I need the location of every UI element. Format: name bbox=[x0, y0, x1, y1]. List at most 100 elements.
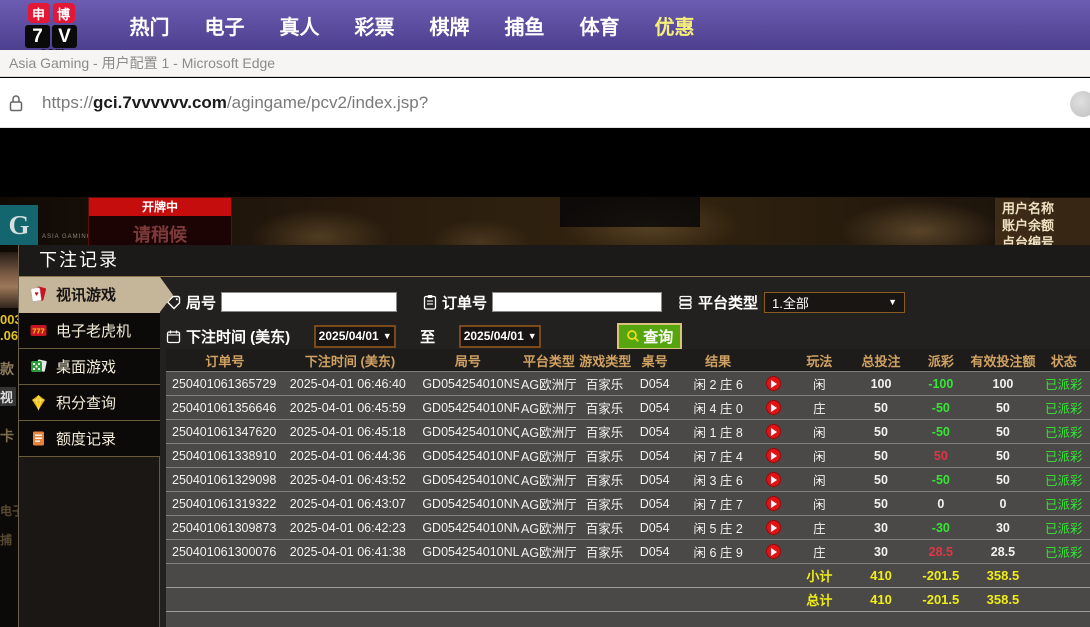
nav-item-7[interactable]: 优惠 bbox=[637, 11, 712, 40]
cell-game: 百家乐 bbox=[578, 372, 630, 396]
date-from-picker[interactable]: 2025/04/01 ▼ bbox=[314, 325, 396, 348]
sidebar-item-live-games[interactable]: ♥ 视讯游戏 bbox=[19, 277, 160, 313]
nav-menu: 热门电子真人彩票棋牌捕鱼体育优惠 bbox=[112, 11, 712, 40]
lock-icon[interactable] bbox=[9, 94, 23, 112]
window-titlebar: Asia Gaming - 用户配置 1 - Microsoft Edge bbox=[0, 50, 1090, 77]
search-button-label: 查询 bbox=[643, 326, 673, 347]
site-logo[interactable]: 申 博 7 V .com bbox=[18, 3, 84, 57]
logo-badge-1: 申 bbox=[28, 3, 50, 23]
replay-button[interactable] bbox=[766, 376, 781, 391]
platform-type-value: 1.全部 bbox=[772, 293, 809, 312]
nav-item-3[interactable]: 彩票 bbox=[337, 11, 412, 40]
nav-item-1[interactable]: 电子 bbox=[187, 11, 262, 40]
replay-button[interactable] bbox=[766, 544, 781, 559]
sidebar-item-credit-records[interactable]: 额度记录 bbox=[19, 421, 160, 457]
nav-item-0[interactable]: 热门 bbox=[112, 11, 187, 40]
cell-valid: 28.5 bbox=[968, 540, 1037, 564]
black-band bbox=[0, 128, 1090, 197]
search-button[interactable]: 查询 bbox=[617, 323, 682, 350]
cell-play: 闲 bbox=[790, 492, 849, 516]
user-info-line: 用户名称 bbox=[1002, 200, 1090, 217]
browser-profile-icon[interactable] bbox=[1070, 91, 1090, 117]
sidebar-item-label: 桌面游戏 bbox=[56, 356, 116, 377]
cell-play: 闲 bbox=[790, 420, 849, 444]
user-info-line: 账户余额 bbox=[1002, 217, 1090, 234]
sidebar-item-points[interactable]: 积分查询 bbox=[19, 385, 160, 421]
replay-button[interactable] bbox=[766, 400, 781, 415]
cell-game: 百家乐 bbox=[578, 420, 630, 444]
magnifier-icon bbox=[626, 329, 640, 343]
table-row: 2504010613098732025-04-01 06:42:23GD0542… bbox=[166, 516, 1090, 540]
cell-status: 已派彩 bbox=[1037, 516, 1090, 540]
asia-gaming-logo-text: ASIA GAMING bbox=[42, 234, 92, 240]
nav-item-6[interactable]: 体育 bbox=[562, 11, 637, 40]
subtotal-label: 小计 bbox=[790, 564, 849, 588]
platform-type-select[interactable]: 1.全部 ▼ bbox=[764, 292, 905, 313]
slot-icon: 777 bbox=[28, 321, 48, 340]
nav-item-2[interactable]: 真人 bbox=[262, 11, 337, 40]
left-clipped-strip: 003.06款视卡电子捕 bbox=[0, 252, 18, 627]
cell-order: 250401061365729 bbox=[166, 372, 284, 396]
cell-order: 250401061319322 bbox=[166, 492, 284, 516]
total-status bbox=[1037, 588, 1090, 612]
cell-order: 250401061356646 bbox=[166, 396, 284, 420]
nav-item-4[interactable]: 棋牌 bbox=[412, 11, 487, 40]
replay-button[interactable] bbox=[766, 424, 781, 439]
records-table-area: 订单号下注时间 (美东)局号平台类型游戏类型桌号结果玩法总投注派彩有效投注额状态… bbox=[166, 349, 1090, 627]
cell-result: 闲 1 庄 8 bbox=[679, 420, 758, 444]
cards-icon: ♥ bbox=[28, 285, 48, 304]
sidebar-item-slots[interactable]: 777 电子老虎机 bbox=[19, 313, 160, 349]
replay-button[interactable] bbox=[766, 520, 781, 535]
date-to-picker[interactable]: 2025/04/01 ▼ bbox=[459, 325, 541, 348]
order-id-input[interactable] bbox=[492, 292, 662, 312]
column-header: 状态 bbox=[1037, 349, 1090, 372]
chevron-down-icon: ▼ bbox=[383, 331, 392, 341]
nav-item-5[interactable]: 捕鱼 bbox=[487, 11, 562, 40]
cell-status: 已派彩 bbox=[1037, 468, 1090, 492]
sidebar-item-table-games[interactable]: 桌面游戏 bbox=[19, 349, 160, 385]
logo-badge-2: 博 bbox=[53, 3, 75, 23]
cell-time: 2025-04-01 06:43:07 bbox=[284, 492, 417, 516]
cell-time: 2025-04-01 06:46:40 bbox=[284, 372, 417, 396]
cell-play: 庄 bbox=[790, 516, 849, 540]
cell-status: 已派彩 bbox=[1037, 444, 1090, 468]
order-id-label: 订单号 bbox=[442, 292, 487, 313]
cell-play: 闲 bbox=[790, 468, 849, 492]
background-fragment: 视 bbox=[0, 387, 16, 406]
cell-icon bbox=[758, 516, 790, 540]
background-fragment: 捕 bbox=[0, 531, 18, 548]
address-bar[interactable]: https://gci.7vvvvvv.com/agingame/pcv2/in… bbox=[0, 78, 1090, 128]
url-text[interactable]: https://gci.7vvvvvv.com/agingame/pcv2/in… bbox=[42, 93, 428, 113]
dealing-banner: 开牌中 请稍候 bbox=[88, 197, 232, 252]
column-header: 结果 bbox=[679, 349, 758, 372]
cell-result: 闲 4 庄 0 bbox=[679, 396, 758, 420]
subtotal-spacer bbox=[166, 564, 790, 588]
cell-time: 2025-04-01 06:44:36 bbox=[284, 444, 417, 468]
replay-button[interactable] bbox=[766, 472, 781, 487]
cell-status: 已派彩 bbox=[1037, 372, 1090, 396]
cell-table: D054 bbox=[631, 420, 679, 444]
round-id-input[interactable] bbox=[221, 292, 397, 312]
cell-order: 250401061329098 bbox=[166, 468, 284, 492]
cell-platform: AG欧洲厅 bbox=[519, 420, 578, 444]
dealing-banner-title: 开牌中 bbox=[89, 198, 231, 216]
cell-payout: -50 bbox=[913, 420, 968, 444]
cell-result: 闲 2 庄 6 bbox=[679, 372, 758, 396]
cell-platform: AG欧洲厅 bbox=[519, 468, 578, 492]
bet-records-panel: 下注记录 ♥ 视讯游戏 777 bbox=[18, 245, 1090, 627]
cell-play: 闲 bbox=[790, 372, 849, 396]
replay-button[interactable] bbox=[766, 448, 781, 463]
subtotal-bet: 410 bbox=[849, 564, 913, 588]
cell-game: 百家乐 bbox=[578, 396, 630, 420]
cell-bet: 50 bbox=[849, 396, 913, 420]
panel-sidebar: ♥ 视讯游戏 777 电子老虎机 bbox=[19, 277, 160, 627]
cell-valid: 0 bbox=[968, 492, 1037, 516]
replay-button[interactable] bbox=[766, 496, 781, 511]
cell-payout: -50 bbox=[913, 468, 968, 492]
cell-icon bbox=[758, 540, 790, 564]
cell-round: GD054254010NN bbox=[416, 492, 519, 516]
cell-round: GD054254010NO bbox=[416, 468, 519, 492]
svg-text:♥: ♥ bbox=[34, 291, 38, 298]
cell-valid: 30 bbox=[968, 516, 1037, 540]
cell-order: 250401061338910 bbox=[166, 444, 284, 468]
